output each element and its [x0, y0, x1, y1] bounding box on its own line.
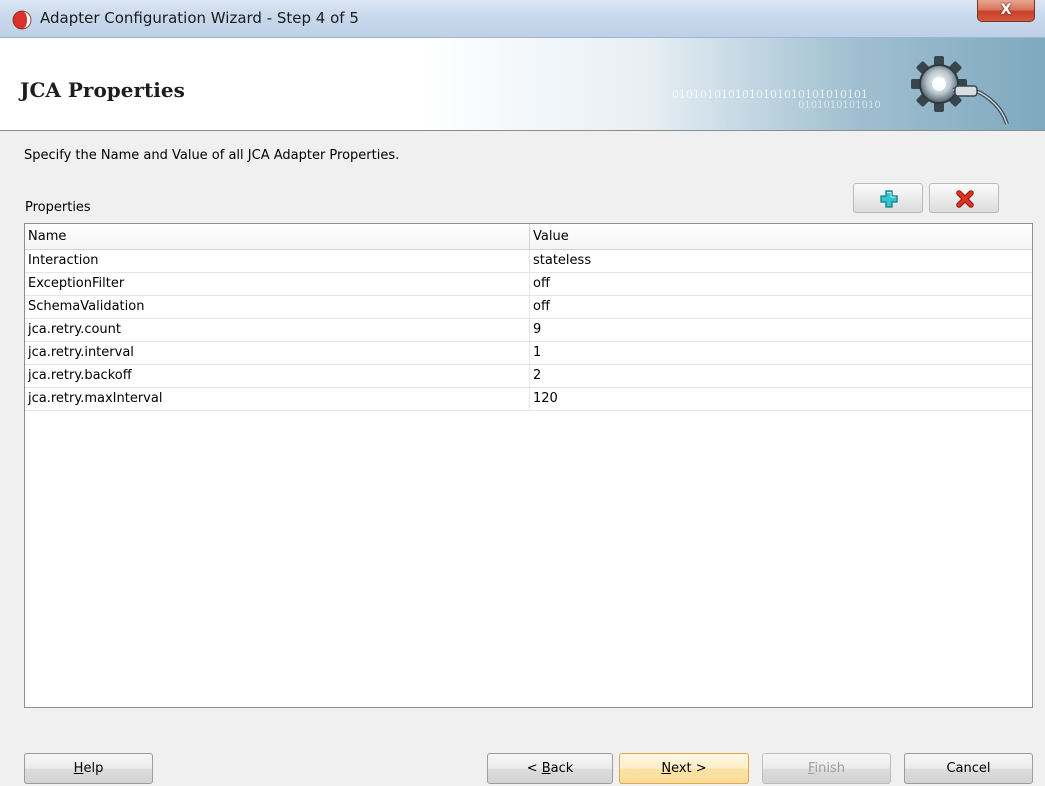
- delete-x-icon: [956, 190, 974, 208]
- column-header-name[interactable]: Name: [25, 224, 530, 249]
- plus-icon: [880, 190, 898, 208]
- table-header: Name Value: [25, 224, 1032, 250]
- cell-value[interactable]: stateless: [530, 250, 1032, 272]
- next-button[interactable]: Next >: [619, 753, 749, 784]
- properties-table[interactable]: Name Value Interaction stateless Excepti…: [24, 223, 1033, 708]
- close-icon: X: [1000, 2, 1012, 18]
- column-header-value[interactable]: Value: [530, 224, 1032, 249]
- table-row[interactable]: jca.retry.count 9: [25, 319, 1032, 342]
- cell-value[interactable]: off: [530, 273, 1032, 295]
- cell-value[interactable]: off: [530, 296, 1032, 318]
- cell-value[interactable]: 120: [530, 388, 1032, 410]
- help-label: elp: [83, 761, 104, 776]
- cell-name[interactable]: jca.retry.interval: [25, 342, 530, 364]
- table-row[interactable]: jca.retry.interval 1: [25, 342, 1032, 365]
- table-row[interactable]: ExceptionFilter off: [25, 273, 1032, 296]
- next-mnemonic: N: [661, 761, 672, 776]
- back-label: ack: [550, 761, 574, 776]
- table-row[interactable]: Interaction stateless: [25, 250, 1032, 273]
- cell-value[interactable]: 9: [530, 319, 1032, 341]
- table-row[interactable]: SchemaValidation off: [25, 296, 1032, 319]
- table-row[interactable]: jca.retry.backoff 2: [25, 365, 1032, 388]
- cell-name[interactable]: jca.retry.count: [25, 319, 530, 341]
- finish-button[interactable]: Finish: [762, 753, 891, 784]
- back-mnemonic: B: [541, 761, 551, 776]
- cell-value[interactable]: 2: [530, 365, 1032, 387]
- app-icon: [12, 10, 32, 30]
- instructions-text: Specify the Name and Value of all JCA Ad…: [24, 148, 400, 163]
- cell-value[interactable]: 1: [530, 342, 1032, 364]
- gear-icon: [911, 56, 1009, 125]
- add-property-button[interactable]: [853, 183, 923, 213]
- wizard-header: JCA Properties 0101010101010101010101010…: [0, 38, 1045, 131]
- title-bar: Adapter Configuration Wizard - Step 4 of…: [0, 0, 1045, 38]
- header-binary-decoration-2: 0101010101010: [798, 100, 881, 111]
- back-prefix: <: [526, 761, 542, 776]
- help-mnemonic: H: [73, 761, 84, 776]
- remove-property-button[interactable]: [929, 183, 999, 213]
- table-row[interactable]: jca.retry.maxInterval 120: [25, 388, 1032, 411]
- finish-label: inish: [814, 761, 846, 776]
- help-button[interactable]: Help: [24, 753, 153, 784]
- close-button[interactable]: X: [977, 0, 1035, 22]
- properties-label: Properties: [25, 200, 91, 215]
- cell-name[interactable]: Interaction: [25, 250, 530, 272]
- cancel-button[interactable]: Cancel: [904, 753, 1033, 784]
- cell-name[interactable]: ExceptionFilter: [25, 273, 530, 295]
- back-button[interactable]: < Back: [487, 753, 613, 784]
- wizard-window: Adapter Configuration Wizard - Step 4 of…: [0, 0, 1045, 786]
- cell-name[interactable]: jca.retry.backoff: [25, 365, 530, 387]
- page-title: JCA Properties: [20, 78, 185, 102]
- window-title: Adapter Configuration Wizard - Step 4 of…: [40, 9, 359, 27]
- cell-name[interactable]: jca.retry.maxInterval: [25, 388, 530, 410]
- next-label: ext >: [671, 761, 707, 776]
- cell-name[interactable]: SchemaValidation: [25, 296, 530, 318]
